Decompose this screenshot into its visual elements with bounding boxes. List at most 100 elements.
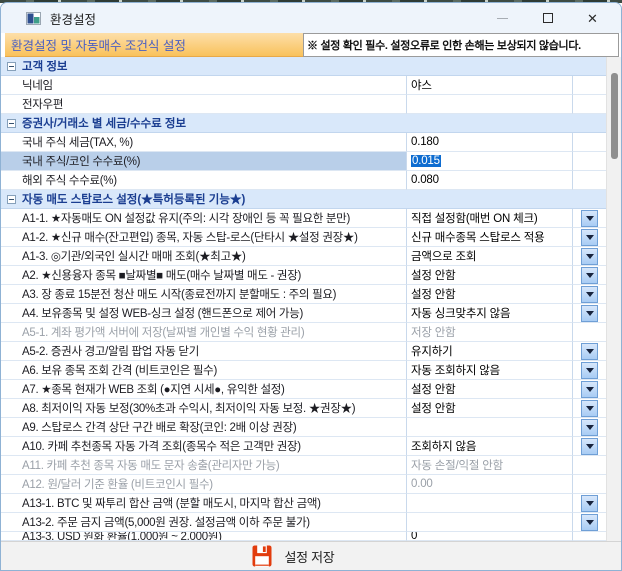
setting-value[interactable] [407,418,573,437]
setting-row[interactable]: 국내 주식 세금(TAX, %)0.180 [1,133,606,152]
dropdown-button[interactable] [581,286,598,303]
setting-value: 자동 손절/익절 안함 [407,456,573,475]
dropdown-button[interactable] [581,362,598,379]
chevron-down-icon [586,216,594,221]
setting-row[interactable]: A3. 장 종료 15분전 청산 매도 시작(종료전까지 분할매도 : 주의 필… [1,285,606,304]
tab-settings[interactable]: 환경설정 및 자동매수 조건식 설정 [5,33,303,57]
dropdown-button[interactable] [581,343,598,360]
setting-row[interactable]: A1-2. ★신규 매수(잔고편입) 종목, 자동 스탑-로스(단타시 ★설정 … [1,228,606,247]
close-button[interactable]: ✕ [570,3,615,33]
section-header-row[interactable]: 증권사/거래소 별 세금/수수료 정보 [1,114,606,133]
setting-row[interactable]: 해외 주식 수수료(%)0.080 [1,171,606,190]
setting-row[interactable]: 국내 주식/코인 수수료(%)0.015 [1,152,606,171]
dropdown-cell [573,399,606,418]
setting-label: A4. 보유종목 및 설정 WEB-싱크 설정 (핸드폰으로 제어 가능) [1,304,407,323]
scrollbar-thumb[interactable] [611,73,618,159]
maximize-button[interactable] [525,3,570,33]
collapse-icon[interactable] [7,195,16,204]
setting-row[interactable]: A13-1. BTC 및 짜투리 합산 금액 (분할 매도시, 마지막 합산 금… [1,494,606,513]
dropdown-button[interactable] [581,419,598,436]
setting-value[interactable]: 설정 안함 [407,285,573,304]
chevron-down-icon [586,349,594,354]
setting-row[interactable]: 닉네임야스 [1,76,606,95]
collapse-icon[interactable] [7,119,16,128]
setting-row[interactable]: A2. ★신용융자 종목 ■날짜별■ 매도(매수 날짜별 매도 - 권장)설정 … [1,266,606,285]
maximize-icon [543,13,553,23]
dropdown-cell [573,285,606,304]
setting-value[interactable] [407,513,573,532]
setting-value[interactable]: 설정 안함 [407,380,573,399]
setting-label: 닉네임 [1,76,407,95]
dropdown-button[interactable] [581,514,598,531]
dropdown-cell [573,418,606,437]
setting-row[interactable]: A8. 최저이익 자동 보정(30%초과 수익시, 최저이익 자동 보정. ★권… [1,399,606,418]
dropdown-button[interactable] [581,229,598,246]
setting-value[interactable]: 설정 안함 [407,266,573,285]
dropdown-button[interactable] [581,267,598,284]
save-settings-button[interactable]: 설정 저장 [252,545,335,567]
section-title: 고객 정보 [22,58,68,74]
setting-value[interactable]: 유지하기 [407,342,573,361]
setting-value[interactable]: 0.180 [407,133,573,152]
setting-row[interactable]: A9. 스탑로스 간격 상단 구간 배로 확장(코인: 2배 이상 권장) [1,418,606,437]
dropdown-button[interactable] [581,400,598,417]
setting-label: A12. 원/달러 기준 환율 (비트코인시 필수) [1,475,407,494]
setting-row[interactable]: 전자우편 [1,95,606,114]
chevron-down-icon [586,406,594,411]
setting-value[interactable]: 자동 싱크맞추지 않음 [407,304,573,323]
setting-row[interactable]: A4. 보유종목 및 설정 WEB-싱크 설정 (핸드폰으로 제어 가능)자동 … [1,304,606,323]
setting-value[interactable]: 조회하지 않음 [407,437,573,456]
setting-value[interactable]: 야스 [407,76,573,95]
section-header-row[interactable]: 고객 정보 [1,57,606,76]
setting-value[interactable]: 0 [407,532,573,541]
dropdown-cell [573,171,606,190]
dropdown-cell [573,475,606,494]
setting-row[interactable]: A10. 카페 추천종목 자동 가격 조회(종목수 적은 고객만 권장)조회하지… [1,437,606,456]
setting-row[interactable]: A6. 보유 종목 조회 간격 (비트코인은 필수)자동 조회하지 않음 [1,361,606,380]
chevron-down-icon [586,368,594,373]
warning-notice: ※ 설정 확인 필수. 설정오류로 인한 손해는 보상되지 않습니다. [303,33,619,57]
setting-value[interactable] [407,494,573,513]
setting-row[interactable]: A7. ★종목 현재가 WEB 조회 (●지연 시세●, 유익한 설정)설정 안… [1,380,606,399]
collapse-icon[interactable] [7,62,16,71]
dropdown-cell [573,228,606,247]
dropdown-cell [573,494,606,513]
setting-value[interactable]: 금액으로 조회 [407,247,573,266]
setting-value[interactable]: 0.080 [407,171,573,190]
dropdown-button[interactable] [581,495,598,512]
dropdown-button[interactable] [581,210,598,227]
dropdown-button[interactable] [581,305,598,322]
section-title: 증권사/거래소 별 세금/수수료 정보 [22,115,186,131]
setting-row[interactable]: A13-2. 주문 금지 금액(5,000원 권장. 설정금액 이하 주문 불가… [1,513,606,532]
dropdown-cell [573,209,606,228]
dropdown-button[interactable] [581,381,598,398]
setting-label: A1-1. ★자동매도 ON 설정값 유지(주의: 시각 장애인 등 꼭 필요한… [1,209,407,228]
dropdown-button[interactable] [581,248,598,265]
setting-value[interactable]: 설정 안함 [407,399,573,418]
settings-window: 환경설정 ✕ 환경설정 및 자동매수 조건식 설정 ※ 설정 확인 필수. 설정… [0,2,622,571]
section-header-row[interactable]: 자동 매도 스탑로스 설정(★특허등록된 기능★) [1,190,606,209]
setting-row[interactable]: A1-3. ◎기관/외국인 실시간 매매 조회(★최고★)금액으로 조회 [1,247,606,266]
vertical-scrollbar[interactable] [606,57,621,541]
minimize-button[interactable] [480,3,525,33]
setting-value[interactable]: 신규 매수종목 스탑로스 적용 [407,228,573,247]
setting-label: A9. 스탑로스 간격 상단 구간 배로 확장(코인: 2배 이상 권장) [1,418,407,437]
settings-rows: 고객 정보닉네임야스전자우편증권사/거래소 별 세금/수수료 정보국내 주식 세… [1,57,606,541]
dropdown-cell [573,456,606,475]
dropdown-cell [573,266,606,285]
setting-value[interactable] [407,95,573,114]
chevron-down-icon [586,501,594,506]
setting-row: A11. 카페 추천 종목 자동 매도 문자 송출(관리자만 가능)자동 손절/… [1,456,606,475]
dropdown-button[interactable] [581,438,598,455]
floppy-disk-icon [252,545,272,567]
setting-label: A7. ★종목 현재가 WEB 조회 (●지연 시세●, 유익한 설정) [1,380,407,399]
selected-value-text[interactable]: 0.015 [411,155,441,167]
setting-value[interactable]: 직접 설정함(매번 ON 체크) [407,209,573,228]
setting-row[interactable]: A1-1. ★자동매도 ON 설정값 유지(주의: 시각 장애인 등 꼭 필요한… [1,209,606,228]
chevron-down-icon [586,254,594,259]
chevron-down-icon [586,292,594,297]
setting-row[interactable]: A5-2. 증권사 경고/알림 팝업 자동 닫기유지하기 [1,342,606,361]
setting-value[interactable]: 자동 조회하지 않음 [407,361,573,380]
setting-value[interactable]: 0.015 [407,152,573,171]
setting-row[interactable]: A13-3. USD 원화 환율(1,000원 ~ 2,000원)0 [1,532,606,541]
